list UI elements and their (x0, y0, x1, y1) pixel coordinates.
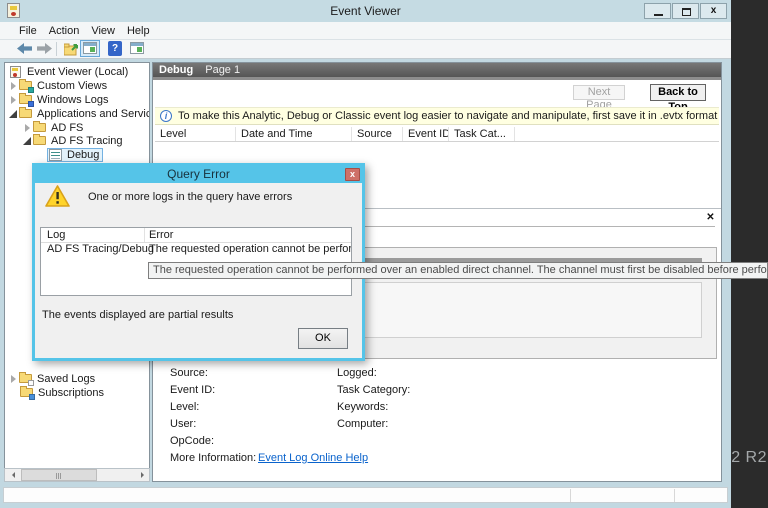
error-row-error: The requested operation cannot be perfor… (145, 243, 351, 257)
field-source-label: Source: (170, 367, 208, 379)
back-icon[interactable] (17, 43, 32, 54)
title-bar: Event Viewer x (0, 0, 731, 22)
console-tree-toggle[interactable] (80, 40, 100, 57)
field-opcode-label: OpCode: (170, 435, 214, 447)
window-title: Event Viewer (0, 4, 731, 18)
tree-item-ad-fs-tracing[interactable]: AD FS Tracing (23, 134, 150, 148)
warning-icon (45, 185, 70, 207)
log-tab-page: Page 1 (205, 64, 240, 76)
subscriptions-icon (20, 387, 34, 399)
tab-bar-shadow (153, 77, 721, 80)
field-level-label: Level: (170, 401, 199, 413)
maximize-button[interactable] (672, 3, 699, 19)
expander-expanded-icon[interactable] (23, 136, 33, 146)
expander-collapsed-icon[interactable] (23, 123, 33, 133)
log-tab-bar: Debug Page 1 (153, 63, 721, 77)
expander-collapsed-icon[interactable] (9, 95, 19, 105)
scrollbar-thumb[interactable] (21, 469, 97, 481)
tree-item-saved-logs[interactable]: Saved Logs (9, 372, 150, 386)
saved-logs-folder-icon (19, 373, 33, 385)
field-task-category-label: Task Category: (337, 384, 410, 396)
back-to-top-button[interactable]: Back to Top (650, 84, 706, 101)
more-information-label: More Information: (170, 452, 256, 464)
ok-button[interactable]: OK (298, 328, 348, 349)
status-bar-divider (674, 489, 675, 502)
close-button[interactable]: x (700, 3, 727, 19)
tree-item-windows-logs[interactable]: Windows Logs (9, 93, 150, 107)
help-icon[interactable]: ? (108, 41, 122, 56)
field-event-id-label: Event ID: (170, 384, 215, 396)
custom-views-folder-icon (19, 80, 33, 92)
log-tab-title[interactable]: Debug (159, 64, 193, 76)
error-row-log: AD FS Tracing/Debug (41, 243, 145, 257)
event-log-icon (49, 149, 63, 161)
toolbar-separator (56, 42, 57, 56)
maximize-icon (682, 8, 691, 16)
expander-collapsed-icon[interactable] (9, 81, 19, 91)
selected-tree-item: Debug (47, 148, 103, 162)
error-tooltip: The requested operation cannot be perfor… (148, 262, 768, 279)
preview-pane-close-icon[interactable]: ✕ (704, 211, 717, 224)
tree-item-custom-views[interactable]: Custom Views (9, 79, 150, 93)
menu-bar: File Action View Help (0, 22, 731, 40)
scrollbar-track[interactable] (19, 469, 135, 481)
menu-action[interactable]: Action (43, 22, 86, 40)
column-header-task-category[interactable]: Task Cat... (449, 127, 515, 141)
notice-text: To make this Analytic, Debug or Classic … (178, 110, 719, 122)
windows-logs-folder-icon (19, 94, 33, 106)
action-pane-icon (130, 42, 144, 54)
status-bar (3, 487, 728, 503)
dialog-footer-text: The events displayed are partial results (42, 309, 233, 321)
field-keywords-label: Keywords: (337, 401, 388, 413)
field-user-label: User: (170, 418, 196, 430)
dialog-close-icon: x (350, 169, 355, 179)
analytic-log-notice: i To make this Analytic, Debug or Classi… (155, 107, 719, 125)
console-tree-icon (83, 42, 97, 54)
scroll-left-icon[interactable] (5, 469, 19, 481)
folder-open-icon (19, 108, 33, 120)
info-icon: i (160, 110, 172, 122)
expander-expanded-icon[interactable] (9, 109, 19, 119)
field-computer-label: Computer: (337, 418, 388, 430)
field-logged-label: Logged: (337, 367, 377, 379)
column-header-log[interactable]: Log (41, 228, 145, 242)
status-bar-divider (570, 489, 571, 502)
tree-item-subscriptions[interactable]: Subscriptions (20, 386, 150, 400)
column-header-level[interactable]: Level (155, 127, 236, 141)
column-header-filler (515, 127, 719, 141)
error-list-row[interactable]: AD FS Tracing/Debug The requested operat… (41, 243, 351, 257)
next-page-button[interactable]: Next Page (573, 85, 625, 100)
tree-item-event-viewer-local[interactable]: Event Viewer (Local) (9, 65, 150, 79)
tree-item-applications-services-logs[interactable]: Applications and Services Lo (9, 107, 150, 121)
dialog-close-button[interactable]: x (345, 168, 360, 181)
close-icon: x (701, 5, 726, 16)
tree-item-debug[interactable]: Debug (47, 148, 150, 162)
column-header-error[interactable]: Error (145, 228, 351, 242)
menu-file[interactable]: File (13, 22, 43, 40)
action-pane-toggle[interactable] (130, 42, 144, 54)
column-header-date-time[interactable]: Date and Time (236, 127, 352, 141)
event-table-header: Level Date and Time Source Event ID Task… (155, 127, 719, 142)
event-log-online-help-link[interactable]: Event Log Online Help (258, 452, 368, 464)
dialog-title: Query Error (35, 166, 362, 183)
folder-icon (33, 122, 47, 134)
event-viewer-icon (9, 66, 23, 78)
expander-collapsed-icon[interactable] (9, 374, 19, 384)
error-list-header: Log Error (41, 228, 351, 243)
desktop-watermark: 2 R2 (731, 449, 767, 467)
minimize-button[interactable] (644, 3, 671, 19)
column-header-source[interactable]: Source (352, 127, 403, 141)
minimize-icon (654, 14, 663, 16)
menu-help[interactable]: Help (121, 22, 156, 40)
menu-view[interactable]: View (85, 22, 121, 40)
folder-icon (33, 135, 47, 147)
dialog-message: One or more logs in the query have error… (88, 191, 292, 203)
tree-horizontal-scrollbar[interactable] (4, 468, 150, 482)
forward-icon[interactable] (37, 43, 52, 54)
export-log-icon[interactable] (64, 42, 79, 56)
column-header-event-id[interactable]: Event ID (403, 127, 449, 141)
tree-item-ad-fs[interactable]: AD FS (23, 121, 150, 135)
scroll-right-icon[interactable] (135, 469, 149, 481)
